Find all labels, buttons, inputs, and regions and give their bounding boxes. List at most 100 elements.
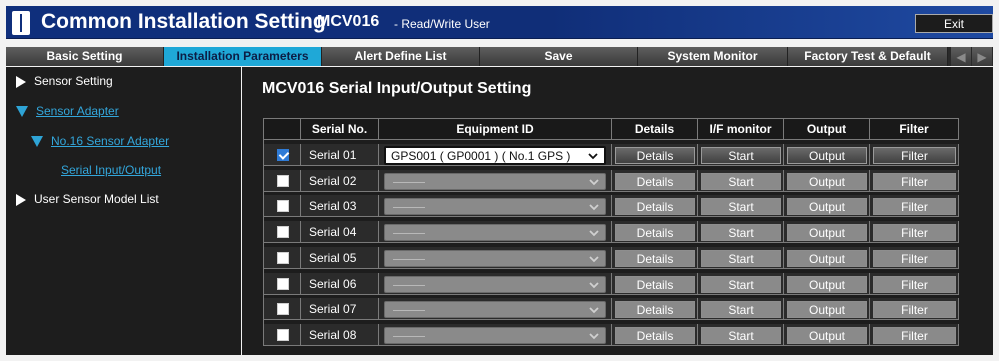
row-checkbox[interactable]	[277, 175, 289, 187]
filter-cell: Filter	[870, 247, 959, 269]
tab-system-monitor[interactable]: System Monitor	[638, 47, 788, 66]
details-cell: Details	[612, 247, 698, 269]
output-cell: Output	[784, 221, 870, 243]
details-cell: Details	[612, 144, 698, 166]
if-monitor-start-button[interactable]: Start	[701, 250, 781, 267]
filter-cell: Filter	[870, 324, 959, 346]
output-button[interactable]: Output	[787, 276, 867, 293]
empty-dash-icon	[393, 207, 425, 208]
tabs-next-button[interactable]: ▶	[972, 47, 992, 66]
equipment-id-select[interactable]	[384, 250, 606, 267]
equipment-id-select[interactable]	[384, 327, 606, 344]
select-cell	[263, 195, 301, 217]
equipment-id-select[interactable]	[384, 276, 606, 293]
output-cell: Output	[784, 144, 870, 166]
equipment-id-select[interactable]	[384, 173, 606, 190]
if-monitor-cell: Start	[698, 144, 784, 166]
row-checkbox[interactable]	[277, 252, 289, 264]
chevron-down-icon	[589, 307, 599, 314]
filter-button[interactable]: Filter	[873, 276, 956, 293]
row-checkbox[interactable]	[277, 329, 289, 341]
tabs-prev-button[interactable]: ◀	[951, 47, 971, 66]
empty-dash-icon	[393, 233, 425, 234]
details-button[interactable]: Details	[615, 173, 695, 190]
if-monitor-start-button[interactable]: Start	[701, 198, 781, 215]
tab-installation-parameters[interactable]: Installation Parameters	[164, 47, 322, 66]
filter-button[interactable]: Filter	[873, 147, 956, 164]
details-button[interactable]: Details	[615, 250, 695, 267]
if-monitor-start-button[interactable]: Start	[701, 301, 781, 318]
output-button[interactable]: Output	[787, 327, 867, 344]
output-button[interactable]: Output	[787, 224, 867, 241]
equipment-id-select[interactable]: GPS001 ( GP0001 ) ( No.1 GPS )	[384, 146, 606, 165]
details-cell: Details	[612, 273, 698, 295]
select-cell	[263, 324, 301, 346]
details-button[interactable]: Details	[615, 301, 695, 318]
sidebar-item-serial-input-output[interactable]: Serial Input/Output	[61, 163, 161, 177]
triangle-left-icon: ◀	[956, 49, 966, 64]
filter-cell: Filter	[870, 221, 959, 243]
row-checkbox[interactable]	[277, 303, 289, 315]
filter-button[interactable]: Filter	[873, 327, 956, 344]
filter-cell: Filter	[870, 170, 959, 192]
tab-alert-define-list[interactable]: Alert Define List	[322, 47, 480, 66]
row-checkbox[interactable]	[277, 278, 289, 290]
column-header-if-monitor: I/F monitor	[698, 118, 784, 140]
select-cell	[263, 247, 301, 269]
sidebar-item-sensor-setting[interactable]: Sensor Setting	[16, 74, 113, 88]
equipment-id-select[interactable]	[384, 301, 606, 318]
sidebar-item-user-sensor-model-list[interactable]: User Sensor Model List	[16, 192, 159, 206]
equipment-id-cell	[379, 170, 612, 192]
output-button[interactable]: Output	[787, 250, 867, 267]
output-button[interactable]: Output	[787, 198, 867, 215]
output-button[interactable]: Output	[787, 301, 867, 318]
details-button[interactable]: Details	[615, 198, 695, 215]
output-cell: Output	[784, 273, 870, 295]
page-title: MCV016 Serial Input/Output Setting	[262, 80, 532, 97]
tab-factory-test-default[interactable]: Factory Test & Default	[788, 47, 948, 66]
user-role: - Read/Write User	[394, 17, 490, 31]
if-monitor-start-button[interactable]: Start	[701, 224, 781, 241]
exit-button[interactable]: Exit	[915, 14, 993, 33]
if-monitor-start-button[interactable]: Start	[701, 327, 781, 344]
serial-no-cell: Serial 04	[301, 221, 379, 243]
filter-button[interactable]: Filter	[873, 198, 956, 215]
filter-cell: Filter	[870, 298, 959, 320]
if-monitor-start-button[interactable]: Start	[701, 173, 781, 190]
sidebar-item-no16-sensor-adapter[interactable]: No.16 Sensor Adapter	[31, 134, 169, 148]
if-monitor-start-button[interactable]: Start	[701, 276, 781, 293]
details-button[interactable]: Details	[615, 276, 695, 293]
equipment-id-cell	[379, 298, 612, 320]
sidebar-item-sensor-adapter[interactable]: Sensor Adapter	[16, 104, 119, 118]
chevron-down-icon	[588, 153, 598, 160]
empty-dash-icon	[393, 285, 425, 286]
filter-button[interactable]: Filter	[873, 173, 956, 190]
triangle-right-icon	[16, 193, 26, 206]
if-monitor-start-button[interactable]: Start	[701, 147, 781, 164]
row-checkbox[interactable]	[277, 226, 289, 238]
empty-dash-icon	[393, 336, 425, 337]
details-button[interactable]: Details	[615, 327, 695, 344]
details-button[interactable]: Details	[615, 147, 695, 164]
filter-button[interactable]: Filter	[873, 250, 956, 267]
table-row: Serial 07 Details Start Output Filter	[263, 298, 959, 320]
details-cell: Details	[612, 298, 698, 320]
equipment-id-cell	[379, 273, 612, 295]
output-button[interactable]: Output	[787, 173, 867, 190]
equipment-id-select[interactable]	[384, 224, 606, 241]
equipment-id-select[interactable]	[384, 198, 606, 215]
output-cell: Output	[784, 247, 870, 269]
column-header-output: Output	[784, 118, 870, 140]
output-button[interactable]: Output	[787, 147, 867, 164]
tab-basic-setting[interactable]: Basic Setting	[6, 47, 164, 66]
details-button[interactable]: Details	[615, 224, 695, 241]
tab-save[interactable]: Save	[480, 47, 638, 66]
equipment-id-value: GPS001 ( GP0001 ) ( No.1 GPS )	[391, 149, 571, 163]
row-checkbox[interactable]	[277, 200, 289, 212]
filter-button[interactable]: Filter	[873, 224, 956, 241]
row-checkbox[interactable]	[277, 149, 289, 161]
table-row: Serial 05 Details Start Output Filter	[263, 247, 959, 269]
if-monitor-cell: Start	[698, 170, 784, 192]
select-cell	[263, 221, 301, 243]
filter-button[interactable]: Filter	[873, 301, 956, 318]
